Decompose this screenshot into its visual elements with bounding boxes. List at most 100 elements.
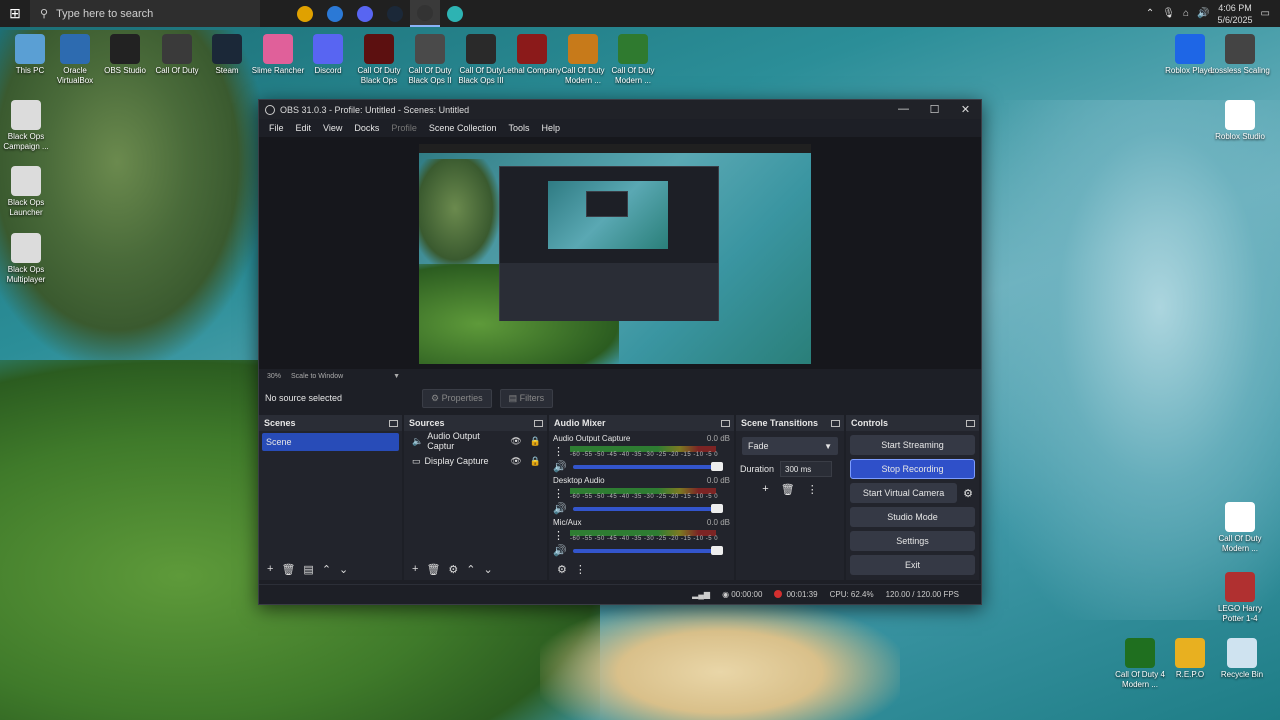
desktop-icon[interactable]: R.E.P.O [1160, 638, 1220, 680]
vscode-icon[interactable] [440, 0, 470, 27]
network-icon[interactable]: ⌂ [1183, 8, 1189, 19]
start-virtual-camera-button[interactable]: Start Virtual Camera [850, 483, 958, 503]
windows-start-icon[interactable]: ⊞ [0, 0, 30, 27]
add-icon[interactable]: + [267, 563, 273, 575]
notification-icon[interactable]: ▭ [1261, 8, 1270, 19]
desktop-icon[interactable]: Call Of Duty Modern ... [603, 34, 663, 86]
steam-icon[interactable] [380, 0, 410, 27]
preview-area[interactable] [259, 137, 981, 369]
microphone-icon[interactable]: 🎙 [1162, 8, 1175, 19]
chevron-up-icon[interactable]: ⌃ [1146, 8, 1154, 19]
volume-slider[interactable] [572, 461, 723, 471]
channel-db: 0.0 dB [706, 518, 730, 527]
menu-edit[interactable]: Edit [290, 123, 318, 133]
desktop-icon[interactable]: Call Of Duty Modern ... [1210, 502, 1270, 554]
desktop-icon[interactable]: OBS Studio [95, 34, 155, 76]
mixer-channel: Desktop Audio 0.0 dB ⋮ -60 -55 -50 -45 -40 … [549, 473, 734, 515]
menu-profile[interactable]: Profile [385, 123, 423, 133]
obs-titlebar[interactable]: OBS 31.0.3 - Profile: Untitled - Scenes:… [259, 100, 981, 119]
maximize-icon[interactable]: ☐ [919, 103, 950, 116]
arrow-down-icon[interactable]: ⌄ [484, 563, 493, 576]
gear-icon[interactable]: ⚙ [963, 487, 973, 500]
preview-canvas[interactable] [419, 144, 811, 364]
obs-logo-icon [265, 104, 275, 115]
chevron-down-icon[interactable]: ▼ [393, 373, 400, 380]
speaker-icon[interactable]: 🔊 [553, 460, 567, 473]
speaker-icon[interactable]: 🔊 [553, 544, 567, 557]
gear-icon[interactable]: ⚙ [448, 563, 458, 576]
menu-file[interactable]: File [263, 123, 290, 133]
channel-name: Audio Output Capture [553, 434, 631, 443]
meter-scale: -60 -55 -50 -45 -40 -35 -30 -25 -20 -15 … [570, 493, 719, 500]
arrow-down-icon[interactable]: ⌄ [339, 563, 348, 576]
desktop-icon[interactable]: Recycle Bin [1212, 638, 1272, 680]
settings-button[interactable]: Settings [850, 531, 975, 551]
exit-button[interactable]: Exit [850, 555, 975, 575]
popout-icon[interactable] [389, 419, 398, 427]
popout-icon[interactable] [831, 419, 840, 427]
gear-icon[interactable]: ⚙ [557, 563, 567, 576]
discord-icon[interactable] [350, 0, 380, 27]
popout-icon[interactable] [721, 419, 730, 427]
filter-icon[interactable]: ▤ [303, 563, 313, 576]
eye-icon[interactable]: 👁 [510, 436, 521, 447]
desktop-icon[interactable]: Black Ops Multiplayer [0, 233, 56, 285]
scene-item[interactable]: Scene [262, 433, 399, 451]
desktop-icon[interactable]: LEGO Harry Potter 1-4 [1210, 572, 1270, 624]
volume-slider[interactable] [572, 545, 723, 555]
clock[interactable]: 4:06 PM 5/6/2025 [1218, 2, 1253, 26]
filters-button[interactable]: ▤ Filters [499, 388, 554, 408]
source-item[interactable]: ▭ Display Capture 👁 🔒 [404, 451, 547, 471]
popout-icon[interactable] [966, 419, 975, 427]
trash-icon[interactable]: 🗑 [281, 563, 295, 576]
app-icon [1225, 100, 1255, 130]
volume-slider[interactable] [572, 503, 723, 513]
close-icon[interactable]: ✕ [950, 103, 981, 116]
minimize-icon[interactable]: — [888, 103, 919, 116]
transition-select[interactable]: Fade ▼ [742, 437, 838, 455]
menu-tools[interactable]: Tools [502, 123, 535, 133]
window-title: OBS 31.0.3 - Profile: Untitled - Scenes:… [280, 104, 470, 115]
taskbar-search[interactable]: ⚲ Type here to search [30, 0, 260, 27]
source-item[interactable]: 🔈 Audio Output Captur 👁 🔒 [404, 431, 547, 451]
more-icon[interactable]: ⋮ [553, 487, 564, 500]
more-icon[interactable]: ⋮ [575, 563, 586, 576]
studio-mode-button[interactable]: Studio Mode [850, 507, 975, 527]
volume-icon[interactable]: 🔊 [1197, 8, 1209, 19]
more-icon[interactable]: ⋮ [553, 445, 564, 458]
trash-icon[interactable]: 🗑 [781, 483, 795, 496]
arrow-up-icon[interactable]: ⌃ [466, 563, 475, 576]
add-icon[interactable]: + [762, 483, 768, 496]
stream-status: ◉ 00:00:00 [722, 590, 763, 599]
desktop-icon[interactable]: Black Ops Launcher [0, 166, 56, 218]
popout-icon[interactable] [534, 419, 543, 427]
desktop-icon[interactable]: Lossless Scaling [1210, 34, 1270, 76]
eye-icon[interactable]: 👁 [510, 456, 521, 467]
properties-button[interactable]: ⚙ Properties [422, 388, 492, 408]
record-icon [774, 590, 783, 598]
menu-help[interactable]: Help [535, 123, 566, 133]
start-streaming-button[interactable]: Start Streaming [850, 435, 975, 455]
chrome-icon[interactable] [290, 0, 320, 27]
obs-icon[interactable] [410, 0, 440, 27]
desktop-icon[interactable]: Black Ops Campaign ... [0, 100, 56, 152]
add-icon[interactable]: + [412, 563, 418, 575]
duration-input[interactable]: 300 ms [780, 461, 833, 477]
lock-icon[interactable]: 🔒 [530, 456, 541, 467]
menu-view[interactable]: View [317, 123, 348, 133]
desktop-icon[interactable]: Roblox Studio [1210, 100, 1270, 142]
arrow-up-icon[interactable]: ⌃ [322, 563, 331, 576]
stop-recording-button[interactable]: Stop Recording [850, 459, 975, 479]
trash-icon[interactable]: 🗑 [426, 563, 440, 576]
app-icon [364, 34, 394, 64]
lock-icon[interactable]: 🔒 [530, 436, 541, 447]
more-icon[interactable]: ⋮ [807, 483, 818, 496]
menu-docks[interactable]: Docks [348, 123, 385, 133]
app-icon [466, 34, 496, 64]
search-icon: ⚲ [40, 8, 49, 20]
menu-scene-collection[interactable]: Scene Collection [423, 123, 503, 133]
store-icon[interactable] [320, 0, 350, 27]
speaker-icon[interactable]: 🔊 [553, 502, 567, 515]
scale-mode-select[interactable]: Scale to Window [291, 373, 343, 380]
more-icon[interactable]: ⋮ [553, 529, 564, 542]
